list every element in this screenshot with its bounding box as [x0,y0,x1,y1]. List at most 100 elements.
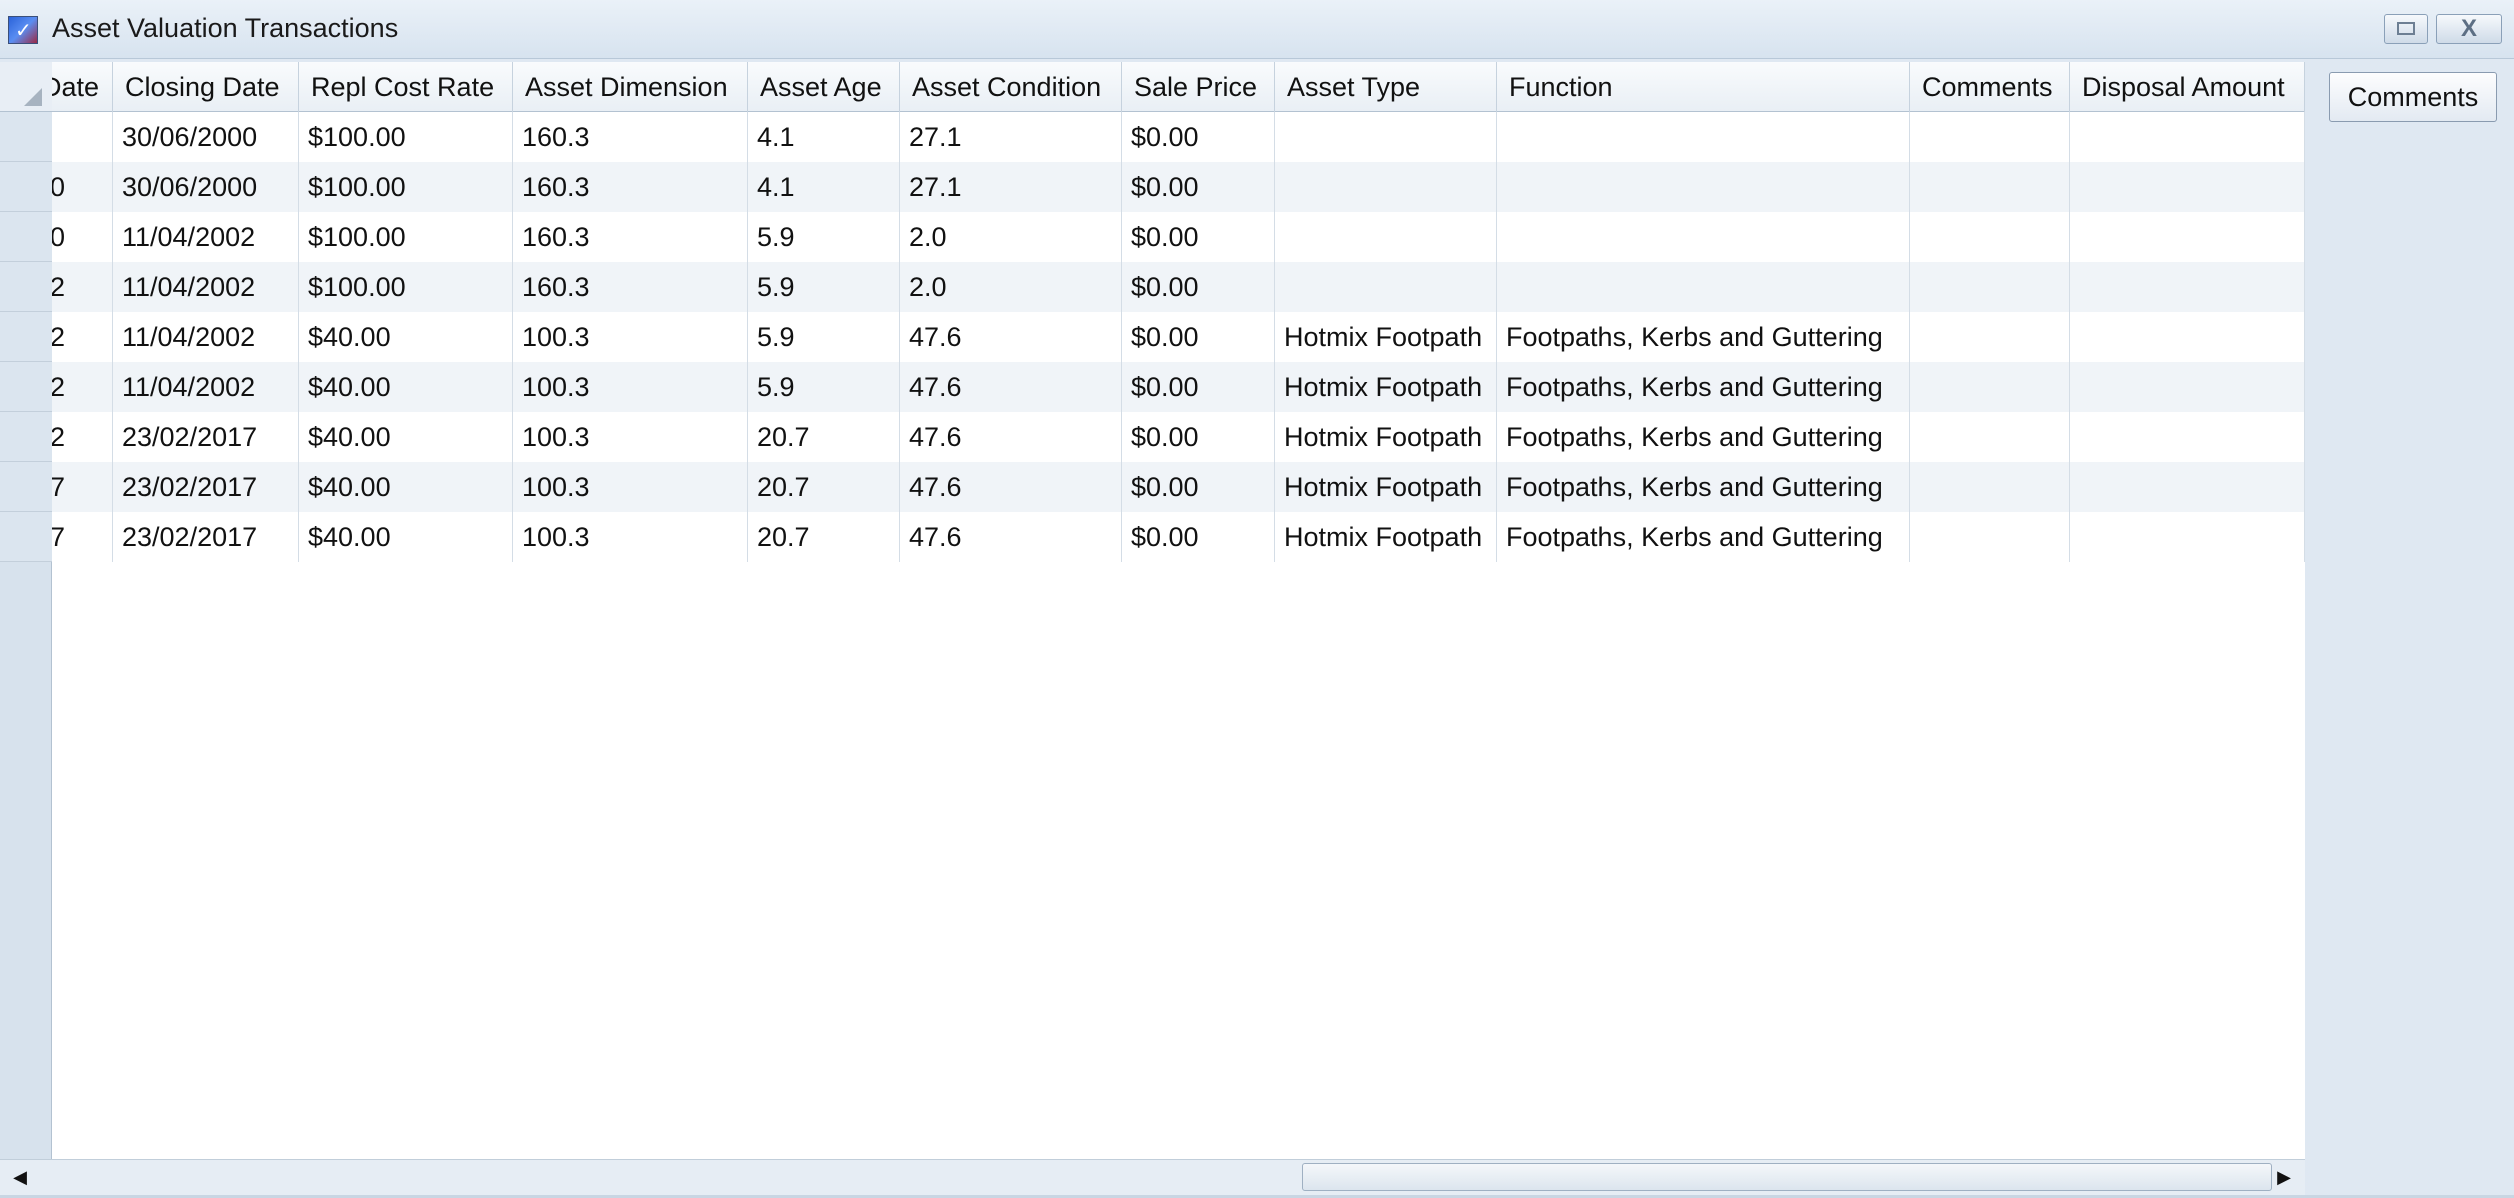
cell-date[interactable]: 0 [52,162,113,212]
cell-repl-cost-rate[interactable]: $100.00 [299,112,513,162]
table-row[interactable]: 211/04/2002$40.00100.35.947.6$0.00Hotmix… [52,362,2305,412]
column-header-asset-age[interactable]: Asset Age [748,62,900,112]
cell-date[interactable]: 2 [52,362,113,412]
cell-asset-dimension[interactable]: 160.3 [513,262,748,312]
scroll-thumb[interactable] [1302,1163,2272,1191]
cell-asset-type[interactable]: Hotmix Footpath [1275,512,1497,562]
table-row[interactable]: 030/06/2000$100.00160.34.127.1$0.00 [52,162,2305,212]
cell-asset-age[interactable]: 4.1 [748,162,900,212]
cell-date[interactable]: 7 [52,512,113,562]
cell-closing-date[interactable]: 11/04/2002 [113,362,299,412]
table-row[interactable]: 223/02/2017$40.00100.320.747.6$0.00Hotmi… [52,412,2305,462]
cell-asset-condition[interactable]: 47.6 [900,412,1122,462]
cell-closing-date[interactable]: 23/02/2017 [113,512,299,562]
cell-comments[interactable] [1910,412,2070,462]
row-selector[interactable] [0,362,52,412]
cell-disposal-amount[interactable] [2070,262,2305,312]
cell-asset-condition[interactable]: 47.6 [900,312,1122,362]
cell-asset-condition[interactable]: 2.0 [900,262,1122,312]
cell-asset-dimension[interactable]: 100.3 [513,312,748,362]
cell-function[interactable]: Footpaths, Kerbs and Guttering [1497,312,1910,362]
cell-asset-age[interactable]: 5.9 [748,362,900,412]
cell-function[interactable] [1497,162,1910,212]
cell-disposal-amount[interactable] [2070,162,2305,212]
cell-disposal-amount[interactable] [2070,412,2305,462]
cell-repl-cost-rate[interactable]: $40.00 [299,312,513,362]
cell-function[interactable] [1497,112,1910,162]
row-selector[interactable] [0,262,52,312]
select-all-corner[interactable] [0,62,52,112]
scroll-left-icon[interactable]: ◀ [0,1160,40,1195]
row-selector[interactable] [0,162,52,212]
cell-repl-cost-rate[interactable]: $100.00 [299,262,513,312]
cell-comments[interactable] [1910,212,2070,262]
cell-sale-price[interactable]: $0.00 [1122,462,1275,512]
cell-asset-condition[interactable]: 47.6 [900,362,1122,412]
cell-asset-age[interactable]: 20.7 [748,512,900,562]
column-header-asset-type[interactable]: Asset Type [1275,62,1497,112]
cell-disposal-amount[interactable] [2070,212,2305,262]
table-row[interactable]: 723/02/2017$40.00100.320.747.6$0.00Hotmi… [52,512,2305,562]
cell-asset-type[interactable]: Hotmix Footpath [1275,462,1497,512]
cell-repl-cost-rate[interactable]: $40.00 [299,362,513,412]
cell-asset-type[interactable] [1275,162,1497,212]
cell-asset-dimension[interactable]: 160.3 [513,212,748,262]
cell-function[interactable]: Footpaths, Kerbs and Guttering [1497,462,1910,512]
cell-date[interactable]: 0 [52,212,113,262]
cell-asset-condition[interactable]: 27.1 [900,162,1122,212]
cell-comments[interactable] [1910,162,2070,212]
close-button[interactable]: X [2436,14,2502,44]
cell-sale-price[interactable]: $0.00 [1122,312,1275,362]
cell-disposal-amount[interactable] [2070,362,2305,412]
cell-asset-condition[interactable]: 47.6 [900,462,1122,512]
cell-asset-dimension[interactable]: 160.3 [513,112,748,162]
row-selector[interactable] [0,462,52,512]
cell-date[interactable]: 2 [52,312,113,362]
cell-date[interactable]: 2 [52,412,113,462]
cell-asset-age[interactable]: 20.7 [748,462,900,512]
cell-repl-cost-rate[interactable]: $100.00 [299,162,513,212]
cell-closing-date[interactable]: 11/04/2002 [113,262,299,312]
cell-disposal-amount[interactable] [2070,312,2305,362]
comments-button[interactable]: Comments [2329,72,2497,122]
cell-sale-price[interactable]: $0.00 [1122,412,1275,462]
row-selector[interactable] [0,212,52,262]
horizontal-scrollbar[interactable]: ◀ ▶ [0,1159,2305,1195]
cell-asset-type[interactable]: Hotmix Footpath [1275,412,1497,462]
column-header-closing-date[interactable]: Closing Date [113,62,299,112]
cell-asset-dimension[interactable]: 100.3 [513,462,748,512]
cell-disposal-amount[interactable] [2070,112,2305,162]
cell-asset-condition[interactable]: 27.1 [900,112,1122,162]
cell-asset-type[interactable] [1275,212,1497,262]
cell-repl-cost-rate[interactable]: $40.00 [299,412,513,462]
cell-disposal-amount[interactable] [2070,512,2305,562]
cell-sale-price[interactable]: $0.00 [1122,262,1275,312]
cell-asset-type[interactable] [1275,262,1497,312]
cell-asset-condition[interactable]: 47.6 [900,512,1122,562]
row-selector[interactable] [0,412,52,462]
column-header-comments[interactable]: Comments [1910,62,2070,112]
cell-asset-type[interactable] [1275,112,1497,162]
scroll-right-icon[interactable]: ▶ [2264,1160,2304,1195]
cell-comments[interactable] [1910,362,2070,412]
cell-asset-age[interactable]: 20.7 [748,412,900,462]
table-row[interactable]: 723/02/2017$40.00100.320.747.6$0.00Hotmi… [52,462,2305,512]
cell-closing-date[interactable]: 11/04/2002 [113,212,299,262]
table-row[interactable]: 30/06/2000 $100.00 160.3 4.1 27.1 $0.00 [52,112,2305,162]
cell-asset-age[interactable]: 5.9 [748,262,900,312]
column-header-sale-price[interactable]: Sale Price [1122,62,1275,112]
cell-comments[interactable] [1910,112,2070,162]
cell-closing-date[interactable]: 11/04/2002 [113,312,299,362]
cell-asset-dimension[interactable]: 100.3 [513,512,748,562]
cell-sale-price[interactable]: $0.00 [1122,512,1275,562]
cell-sale-price[interactable]: $0.00 [1122,212,1275,262]
cell-function[interactable]: Footpaths, Kerbs and Guttering [1497,412,1910,462]
row-selector[interactable] [0,112,52,162]
row-selector[interactable] [0,512,52,562]
cell-closing-date[interactable]: 23/02/2017 [113,462,299,512]
cell-asset-type[interactable]: Hotmix Footpath [1275,312,1497,362]
cell-closing-date[interactable]: 23/02/2017 [113,412,299,462]
cell-date[interactable] [52,112,113,162]
cell-asset-age[interactable]: 5.9 [748,312,900,362]
column-header-asset-condition[interactable]: Asset Condition [900,62,1122,112]
